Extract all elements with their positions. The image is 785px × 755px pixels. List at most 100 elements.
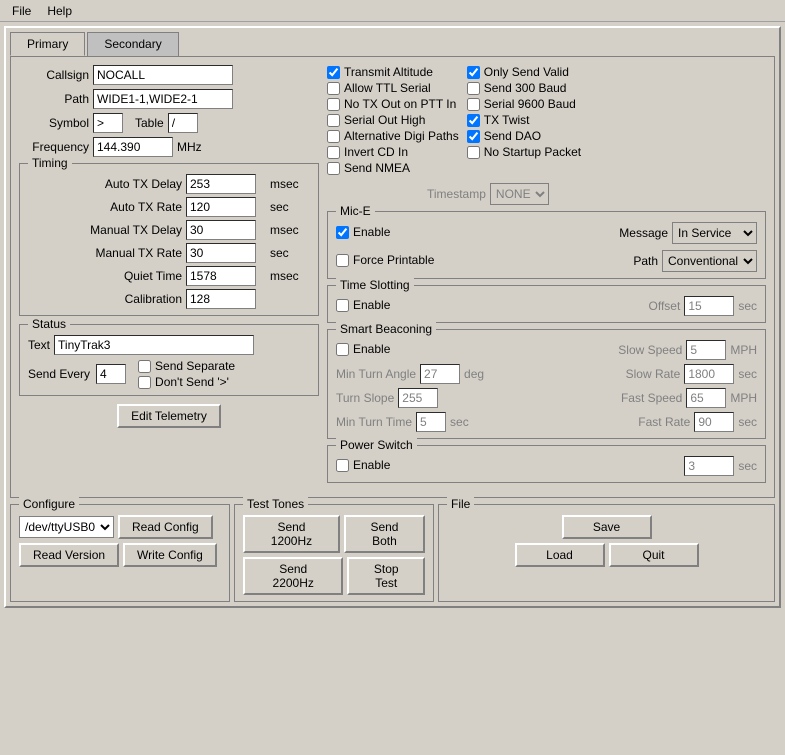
timestamp-row: Timestamp NONE HMS DHM [427, 183, 766, 205]
cb-send-nmea[interactable]: Send NMEA [327, 161, 459, 175]
cb-send-dao[interactable]: Send DAO [467, 129, 581, 143]
send-2200-button[interactable]: Send 2200Hz [243, 557, 343, 595]
tab-content: Callsign Path Symbol Table Frequenc [10, 56, 775, 498]
slow-speed-row: Slow Speed MPH [618, 340, 757, 360]
file-panel: File Save Load Quit [438, 504, 775, 602]
send-separate-label[interactable]: Send Separate [138, 359, 235, 373]
offset-row: Offset sec [649, 296, 757, 316]
cb-only-valid[interactable]: Only Send Valid [467, 65, 581, 79]
time-slotting-enable[interactable]: Enable [336, 298, 390, 312]
frequency-input[interactable] [93, 137, 173, 157]
fast-rate-label: Fast Rate [638, 415, 690, 429]
manual-tx-rate-input[interactable] [186, 243, 256, 263]
dont-send-label[interactable]: Don't Send '>' [138, 375, 235, 389]
cb-tx-twist[interactable]: TX Twist [467, 113, 581, 127]
table-input[interactable] [168, 113, 198, 133]
message-select[interactable]: In Service Off Duty En Route In Range Re… [672, 222, 757, 244]
read-config-button[interactable]: Read Config [118, 515, 213, 539]
cb-allow-ttl[interactable]: Allow TTL Serial [327, 81, 459, 95]
min-turn-angle-unit: deg [464, 367, 484, 381]
path-input[interactable] [93, 89, 233, 109]
offset-label: Offset [649, 299, 681, 313]
menu-file[interactable]: File [4, 2, 39, 20]
mic-e-enable[interactable]: Enable [336, 225, 390, 239]
timestamp-select[interactable]: NONE HMS DHM [490, 183, 549, 205]
tab-secondary[interactable]: Secondary [87, 32, 178, 56]
time-slotting-title: Time Slotting [336, 278, 414, 292]
bottom-panels: Configure /dev/ttyUSB0 /dev/ttyUSB1 /dev… [10, 504, 775, 602]
cb-transmit-alt[interactable]: Transmit Altitude [327, 65, 459, 79]
fast-rate-input[interactable] [694, 412, 734, 432]
configure-title: Configure [19, 497, 79, 511]
status-text-input[interactable] [54, 335, 254, 355]
slow-rate-input[interactable] [684, 364, 734, 384]
send-both-button[interactable]: Send Both [344, 515, 425, 553]
slow-rate-row: Slow Rate sec [626, 364, 757, 384]
cb-invert-cd[interactable]: Invert CD In [327, 145, 459, 159]
send-every-input[interactable] [96, 364, 126, 384]
status-text-row: Text [28, 335, 310, 355]
quiet-time-label: Quiet Time [28, 269, 182, 283]
left-col: Callsign Path Symbol Table Frequenc [19, 65, 319, 489]
save-button[interactable]: Save [562, 515, 652, 539]
auto-tx-delay-input[interactable] [186, 174, 256, 194]
time-slotting-group: Time Slotting Enable Offset sec [327, 285, 766, 323]
power-switch-title: Power Switch [336, 438, 417, 452]
cb-alt-digi[interactable]: Alternative Digi Paths [327, 129, 459, 143]
offset-input[interactable] [684, 296, 734, 316]
fast-speed-input[interactable] [686, 388, 726, 408]
calibration-input[interactable] [186, 289, 256, 309]
edit-telemetry-button[interactable]: Edit Telemetry [117, 404, 221, 428]
send-every-label: Send Every [28, 367, 90, 381]
read-version-button[interactable]: Read Version [19, 543, 119, 567]
manual-tx-delay-input[interactable] [186, 220, 256, 240]
quit-button[interactable]: Quit [609, 543, 699, 567]
tab-bar: Primary Secondary [10, 32, 775, 56]
turn-slope-label: Turn Slope [336, 391, 394, 405]
edit-telemetry-row: Edit Telemetry [19, 404, 319, 428]
auto-tx-rate-unit: sec [270, 200, 310, 214]
quiet-time-input[interactable] [186, 266, 256, 286]
path-row: Path [19, 89, 319, 109]
path-row: Path Conventional Wide 1 Wide 2 [633, 250, 757, 272]
device-select[interactable]: /dev/ttyUSB0 /dev/ttyUSB1 /dev/ttyS0 [19, 516, 114, 538]
cb-send-300[interactable]: Send 300 Baud [467, 81, 581, 95]
callsign-input[interactable] [93, 65, 233, 85]
load-button[interactable]: Load [515, 543, 605, 567]
tab-primary[interactable]: Primary [10, 32, 85, 56]
right-col: Transmit Altitude Allow TTL Serial No TX… [327, 65, 766, 489]
slow-speed-input[interactable] [686, 340, 726, 360]
symbol-label: Symbol [19, 116, 89, 130]
fast-speed-row: Fast Speed MPH [621, 388, 757, 408]
calibration-label: Calibration [28, 292, 182, 306]
dont-send-checkbox[interactable] [138, 376, 151, 389]
cb-no-startup[interactable]: No Startup Packet [467, 145, 581, 159]
test-tones-title: Test Tones [243, 497, 308, 511]
min-turn-angle-label: Min Turn Angle [336, 367, 416, 381]
stop-test-button[interactable]: Stop Test [347, 557, 425, 595]
smart-beaconing-group: Smart Beaconing Enable Slow Speed MPH [327, 329, 766, 439]
power-switch-content: Enable sec [336, 456, 757, 476]
menu-help[interactable]: Help [39, 2, 80, 20]
frequency-row: Frequency MHz [19, 137, 319, 157]
symbol-input[interactable] [93, 113, 123, 133]
force-printable[interactable]: Force Printable [336, 253, 434, 267]
min-turn-angle-input[interactable] [420, 364, 460, 384]
send-1200-button[interactable]: Send 1200Hz [243, 515, 340, 553]
mic-e-group: Mic-E Enable Message In Service [327, 211, 766, 279]
status-group: Status Text Send Every [19, 324, 319, 396]
mic-e-path-select[interactable]: Conventional Wide 1 Wide 2 [662, 250, 757, 272]
min-turn-time-input[interactable] [416, 412, 446, 432]
send-separate-checkbox[interactable] [138, 360, 151, 373]
configure-content: /dev/ttyUSB0 /dev/ttyUSB1 /dev/ttyS0 Rea… [19, 515, 221, 567]
write-config-button[interactable]: Write Config [123, 543, 217, 567]
smart-beaconing-enable[interactable]: Enable [336, 342, 390, 356]
cb-serial-out-high[interactable]: Serial Out High [327, 113, 459, 127]
cb-no-tx-ptt[interactable]: No TX Out on PTT In [327, 97, 459, 111]
turn-slope-input[interactable] [398, 388, 438, 408]
power-switch-input[interactable] [684, 456, 734, 476]
min-turn-time-unit: sec [450, 415, 469, 429]
power-switch-enable[interactable]: Enable [336, 458, 390, 472]
auto-tx-rate-input[interactable] [186, 197, 256, 217]
cb-serial-9600[interactable]: Serial 9600 Baud [467, 97, 581, 111]
